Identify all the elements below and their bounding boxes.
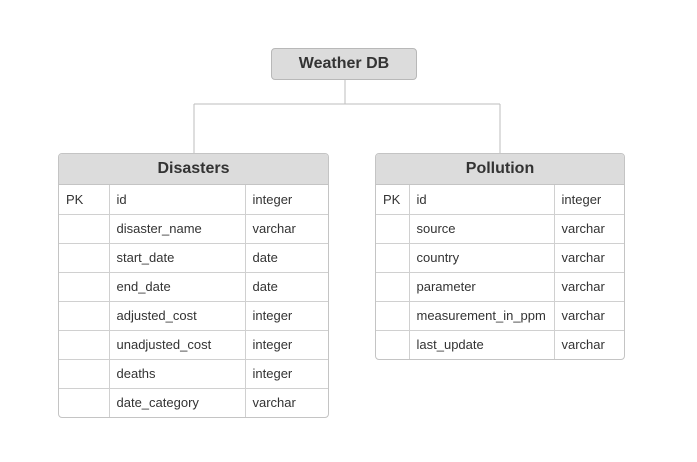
- table-row: deaths integer: [59, 359, 328, 389]
- column-name-cell: unadjusted_cost: [108, 330, 245, 360]
- key-cell: PK: [376, 185, 409, 215]
- entity-header-disasters: Disasters: [59, 154, 328, 185]
- column-name-cell: id: [108, 185, 245, 215]
- entity-title-disasters: Disasters: [157, 160, 230, 177]
- key-cell: [59, 301, 109, 331]
- column-name-cell: adjusted_cost: [108, 301, 245, 331]
- table-row: end_date date: [59, 272, 328, 302]
- table-row: parameter varchar: [376, 272, 624, 302]
- table-row: country varchar: [376, 243, 624, 273]
- table-row: date_category varchar: [59, 388, 328, 417]
- key-cell: [376, 243, 409, 273]
- column-type-cell: integer: [244, 301, 328, 331]
- table-row: start_date date: [59, 243, 328, 273]
- table-row: last_update varchar: [376, 330, 624, 359]
- table-row: PK id integer: [376, 185, 624, 215]
- table-row: source varchar: [376, 214, 624, 244]
- column-type-cell: varchar: [244, 214, 328, 244]
- key-cell: [59, 388, 109, 417]
- column-type-cell: integer: [244, 185, 328, 215]
- column-type-cell: date: [244, 243, 328, 273]
- table-row: adjusted_cost integer: [59, 301, 328, 331]
- column-name-cell: deaths: [108, 359, 245, 389]
- table-row: measurement_in_ppm varchar: [376, 301, 624, 331]
- entity-table-disasters: Disasters PK id integer disaster_name va…: [58, 153, 329, 418]
- column-name-cell: country: [408, 243, 554, 273]
- key-cell: [376, 214, 409, 244]
- key-cell: [59, 214, 109, 244]
- column-name-cell: id: [408, 185, 554, 215]
- column-name-cell: date_category: [108, 388, 245, 417]
- entity-header-pollution: Pollution: [376, 154, 624, 185]
- column-name-cell: last_update: [408, 330, 554, 359]
- table-row: unadjusted_cost integer: [59, 330, 328, 360]
- column-name-cell: parameter: [408, 272, 554, 302]
- disasters-columns-table: PK id integer disaster_name varchar star…: [59, 185, 328, 417]
- key-cell: PK: [59, 185, 109, 215]
- pollution-columns-table: PK id integer source varchar country var…: [376, 185, 624, 359]
- entity-title-pollution: Pollution: [465, 160, 535, 177]
- column-name-cell: start_date: [108, 243, 245, 273]
- column-name-cell: source: [408, 214, 554, 244]
- root-node-weather-db: Weather DB: [271, 48, 417, 80]
- column-type-cell: varchar: [553, 243, 624, 273]
- column-type-cell: varchar: [244, 388, 328, 417]
- column-type-cell: varchar: [553, 272, 624, 302]
- column-type-cell: integer: [244, 359, 328, 389]
- entity-table-pollution: Pollution PK id integer source varchar c…: [375, 153, 625, 360]
- table-row: PK id integer: [59, 185, 328, 215]
- key-cell: [59, 272, 109, 302]
- column-type-cell: varchar: [553, 214, 624, 244]
- column-name-cell: measurement_in_ppm: [408, 301, 554, 331]
- column-type-cell: varchar: [553, 301, 624, 331]
- column-name-cell: end_date: [108, 272, 245, 302]
- key-cell: [376, 301, 409, 331]
- column-type-cell: integer: [553, 185, 624, 215]
- column-name-cell: disaster_name: [108, 214, 245, 244]
- column-type-cell: integer: [244, 330, 328, 360]
- key-cell: [376, 272, 409, 302]
- column-type-cell: date: [244, 272, 328, 302]
- table-row: disaster_name varchar: [59, 214, 328, 244]
- root-node-label: Weather DB: [298, 55, 390, 72]
- key-cell: [59, 243, 109, 273]
- key-cell: [59, 330, 109, 360]
- key-cell: [376, 330, 409, 359]
- key-cell: [59, 359, 109, 389]
- column-type-cell: varchar: [553, 330, 624, 359]
